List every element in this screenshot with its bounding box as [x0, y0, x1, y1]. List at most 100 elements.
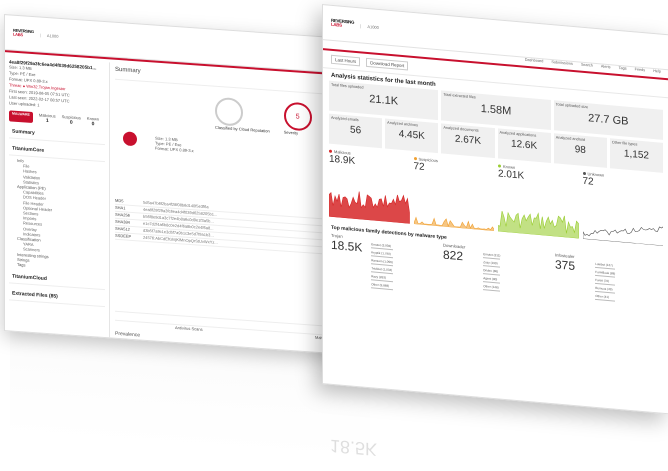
- family-list: Emotet (311) Zusy (199) Dridex (86) Agent (…: [483, 252, 501, 293]
- stat-value: 4.45K: [398, 128, 425, 142]
- count-suspicious: Suspicious 0: [62, 114, 81, 126]
- nav-item[interactable]: Summary: [9, 125, 105, 146]
- stat-label: Total extracted files: [443, 92, 476, 100]
- trend-sparkline: [582, 225, 663, 246]
- stat-tile[interactable]: Analyzed documents 2.67K: [441, 123, 495, 159]
- family-item[interactable]: Razy (893): [371, 274, 393, 283]
- family-list: Lokibot (127) FormBook (88) Fareit (70) Rem…: [595, 261, 616, 304]
- stat-tile[interactable]: Analyzed emails 56: [329, 113, 383, 149]
- count-value: 1: [45, 117, 49, 125]
- family-trojan[interactable]: Trojan 18.5K Emotet (3,936) Kryptik (1,790)…: [331, 233, 437, 312]
- stat-value: 1,152: [623, 148, 649, 162]
- trend-suspicious[interactable]: Suspicious 72: [413, 156, 494, 232]
- legend-dot-icon: [329, 149, 332, 153]
- trend-sparkline: [329, 191, 410, 224]
- cloud-reputation-circle: [215, 96, 243, 127]
- stat-label: Analyzed documents: [443, 125, 479, 133]
- family-item[interactable]: Lokibot (127): [595, 261, 616, 270]
- reversinglabs-logo: REVERSING LABS: [331, 18, 354, 29]
- legend-dot-icon: [582, 171, 586, 176]
- legend-dot-icon: [413, 157, 417, 161]
- family-item[interactable]: Dridex (86): [483, 268, 501, 276]
- severity-score: 5 Severity: [283, 101, 312, 137]
- family-infostealer[interactable]: Infostealer 375 Lokibot (127) FormBook (88)…: [555, 252, 661, 331]
- stat-value: 2.67K: [454, 133, 481, 147]
- trend-malicious[interactable]: Malicious 18.9K: [329, 149, 410, 224]
- nav-link-dashboard[interactable]: Dashboard: [525, 58, 544, 64]
- family-item[interactable]: Trickbot (1,034): [371, 266, 393, 275]
- stat-label: Total uploaded size: [555, 102, 589, 110]
- count-value: 0: [91, 121, 95, 128]
- download-report-button[interactable]: Download Report: [366, 57, 409, 71]
- sample-meta: Size: 1.3 MB Type: PE / Exe Format: UPX …: [9, 64, 105, 113]
- malware-shield-icon: [123, 131, 137, 147]
- family-item[interactable]: Emotet (3,936): [371, 242, 393, 251]
- stat-label: Total files uploaded: [331, 82, 364, 90]
- nav-link-help[interactable]: Help: [653, 69, 661, 74]
- family-downloader[interactable]: Downloader 822 Emotet (311) Zusy (199) Dride…: [443, 243, 549, 322]
- family-item[interactable]: FormBook (88): [595, 269, 616, 278]
- stat-label: Analyzed android: [555, 135, 586, 143]
- family-item[interactable]: Zusy (199): [483, 260, 501, 268]
- family-item[interactable]: Other (41): [595, 293, 616, 302]
- stat-value: 1.58M: [480, 102, 512, 118]
- product-name: A1000: [46, 32, 59, 39]
- severity-caption: Severity: [283, 129, 299, 136]
- status-badge: MALWARE: [9, 110, 33, 124]
- count-known: Known 0: [87, 116, 99, 128]
- last-hours-button[interactable]: Last Hours: [331, 54, 361, 67]
- screenshot-stage: REVERSING LABS | A1000 Dashboard 4ea8f29…: [0, 0, 668, 471]
- stat-value: 21.1K: [369, 93, 399, 108]
- stat-value: 27.7 GB: [588, 112, 629, 128]
- family-item[interactable]: Ransom (1,056): [371, 258, 393, 267]
- nav-item[interactable]: TitaniumCloud: [9, 270, 105, 291]
- stat-label: Analyzed archives: [387, 120, 418, 128]
- detail-sidebar: 4ea8f29f29a3fc6ea4d4f039d6258205b1... Si…: [5, 55, 110, 338]
- product-name: A1000: [367, 23, 379, 30]
- trend-unknown[interactable]: Unknown 72: [582, 171, 663, 246]
- trend-sparkline: [413, 216, 494, 232]
- stat-tile[interactable]: Analyzed archives 4.45K: [385, 118, 439, 154]
- nav-link-alerts[interactable]: Alerts: [601, 64, 611, 69]
- family-item[interactable]: Kryptik (1,790): [371, 250, 393, 259]
- trend-known[interactable]: Known 2.01K: [498, 163, 579, 239]
- count-malicious: Malicious 1: [39, 112, 56, 124]
- trend-area: [329, 191, 410, 224]
- nav-link-tags[interactable]: Tags: [619, 66, 627, 71]
- stat-label: Analyzed applications: [499, 130, 537, 138]
- legend-dot-icon: [498, 164, 501, 168]
- severity-circle: 5: [283, 101, 312, 132]
- stat-tile[interactable]: Other file types 1,152: [609, 138, 664, 173]
- nav-item[interactable]: Extracted Files (85): [9, 287, 105, 308]
- header-separator: |: [39, 32, 41, 38]
- report-nav-tree: Summary TitaniumCore Info File Hashes Validat…: [9, 125, 105, 308]
- reflection-text: 18.5K: [330, 435, 378, 460]
- nav-link-search[interactable]: Search: [581, 63, 593, 68]
- stat-label: Analyzed emails: [331, 115, 359, 123]
- cloud-reputation-caption: Classified by Cloud Reputation: [215, 124, 270, 134]
- family-item[interactable]: Fareit (70): [595, 277, 616, 286]
- stat-tile[interactable]: Analyzed android 98: [553, 133, 607, 168]
- family-item[interactable]: Other (9,888): [371, 282, 393, 291]
- hash-type: SSDEEP: [115, 232, 132, 239]
- header-separator: |: [360, 22, 362, 28]
- dashboard-window: REVERSING LABS | A1000 Dashboard Submissi…: [322, 4, 668, 415]
- cloud-reputation-score: Classified by Cloud Reputation: [215, 96, 270, 134]
- family-item[interactable]: Agent (80): [483, 276, 501, 284]
- prevalence-label: Prevalence: [115, 330, 141, 339]
- family-item[interactable]: Emotet (311): [483, 252, 501, 260]
- nav-link-submissions[interactable]: Submissions: [551, 60, 573, 66]
- stat-value: 12.6K: [511, 138, 538, 152]
- stat-label: Other file types: [611, 140, 638, 147]
- trend-sparkline: [498, 210, 579, 239]
- family-item[interactable]: Other (146): [483, 284, 501, 292]
- family-list: Emotet (3,936) Kryptik (1,790) Ransom (1,0…: [371, 242, 393, 292]
- nav-link-feeds[interactable]: Feeds: [635, 67, 646, 72]
- antivirus-scans-label: Antivirus Scans: [175, 324, 203, 332]
- family-item[interactable]: Remcos (49): [595, 285, 616, 294]
- stat-tile[interactable]: Analyzed applications 12.6K: [497, 128, 551, 164]
- stat-value: 98: [574, 144, 586, 157]
- reversinglabs-logo: REVERSING LABS: [13, 28, 34, 38]
- file-info: Size: 1.3 MB Type: PE / Exe Format: UPX …: [155, 136, 194, 154]
- stat-value: 56: [350, 124, 362, 137]
